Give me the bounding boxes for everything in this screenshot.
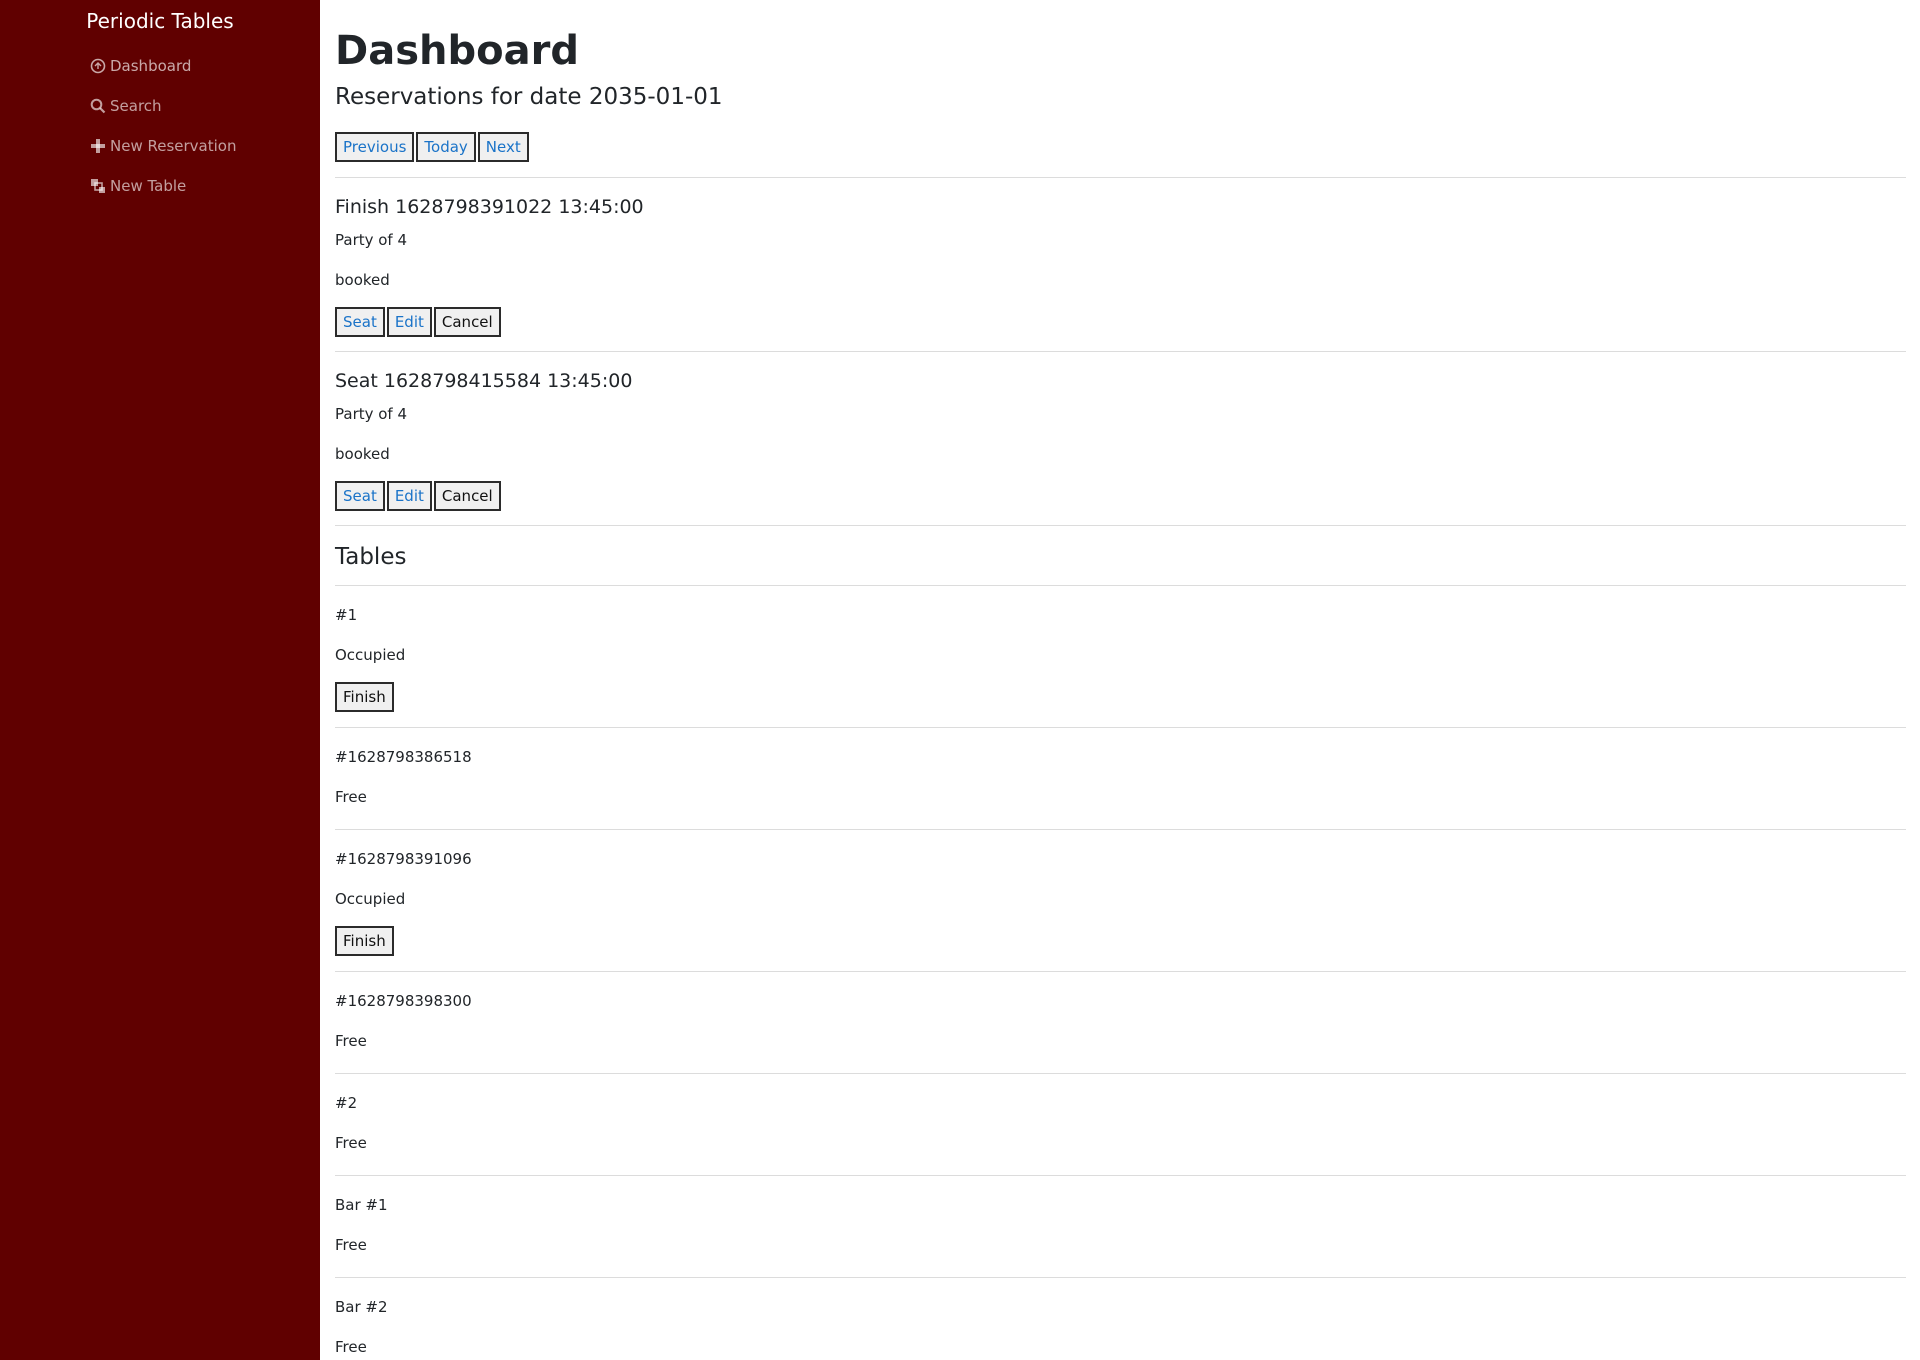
table-status: Free [335,1236,367,1254]
reservation-party: Party of 4 [335,405,408,423]
date-navigation: Previous Today Next [335,132,1906,162]
table-name: #1 [335,606,358,624]
table-name: Bar #2 [335,1298,388,1316]
reservation-status: booked [335,445,390,463]
table-status: Free [335,1338,367,1356]
dashboard-icon [90,58,106,74]
sidebar-item-search[interactable]: Search [90,86,320,126]
search-icon [90,98,106,114]
next-button[interactable]: Next [477,132,529,162]
sidebar-item-label: Dashboard [110,57,192,75]
sidebar-item-label: New Table [110,177,187,195]
tables-heading: Tables [335,544,407,570]
reservation-status: booked [335,271,390,289]
table-actions: Finish [335,926,1906,956]
seat-button[interactable]: Seat [335,307,385,337]
reservation-card: Finish 1628798391022 13:45:00 Party of 4… [335,178,1906,351]
table-card: #1628798386518 Free [335,728,1906,829]
table-card: #1628798398300 Free [335,972,1906,1073]
sidebar: Periodic Tables Dashboard Search New Res… [0,0,320,1360]
seat-button[interactable]: Seat [335,481,385,511]
main-content: Dashboard Reservations for date 2035-01-… [320,0,1920,1360]
sidebar-item-new-table[interactable]: New Table [90,166,320,206]
layers-icon [91,179,105,193]
sidebar-item-dashboard[interactable]: Dashboard [90,46,320,86]
table-name: #2 [335,1094,358,1112]
table-status: Free [335,788,367,806]
table-card: #2 Free [335,1074,1906,1175]
table-name: #1628798386518 [335,748,472,766]
reservation-actions: Seat Edit Cancel [335,307,1906,337]
table-card: #1628798391096 Occupied Finish [335,830,1906,971]
reservation-actions: Seat Edit Cancel [335,481,1906,511]
reservation-party: Party of 4 [335,231,408,249]
finish-button[interactable]: Finish [335,682,394,712]
previous-button[interactable]: Previous [335,132,415,162]
reservation-title: Seat 1628798415584 13:45:00 [335,370,633,392]
edit-button[interactable]: Edit [386,307,432,337]
table-card: Bar #2 Free [335,1278,1906,1360]
sidebar-item-label: New Reservation [110,137,237,155]
table-actions: Finish [335,682,1906,712]
plus-icon [91,139,105,153]
edit-button[interactable]: Edit [386,481,432,511]
table-card: Bar #1 Free [335,1176,1906,1277]
table-status: Occupied [335,646,406,664]
reservation-title: Finish 1628798391022 13:45:00 [335,196,644,218]
table-status: Free [335,1134,367,1152]
reservation-card: Seat 1628798415584 13:45:00 Party of 4 b… [335,352,1906,525]
date-heading: Reservations for date 2035-01-01 [335,84,723,110]
sidebar-nav: Dashboard Search New Reservation New Tab… [0,46,320,206]
sidebar-item-new-reservation[interactable]: New Reservation [90,126,320,166]
table-name: #1628798391096 [335,850,472,868]
sidebar-item-label: Search [110,97,162,115]
page-title: Dashboard [335,28,579,74]
today-button[interactable]: Today [416,132,476,162]
table-name: #1628798398300 [335,992,472,1010]
finish-button[interactable]: Finish [335,926,394,956]
table-card: #1 Occupied Finish [335,586,1906,727]
table-status: Occupied [335,890,406,908]
cancel-button[interactable]: Cancel [433,481,501,511]
brand-title[interactable]: Periodic Tables [0,0,320,39]
cancel-button[interactable]: Cancel [433,307,501,337]
table-status: Free [335,1032,367,1050]
table-name: Bar #1 [335,1196,388,1214]
